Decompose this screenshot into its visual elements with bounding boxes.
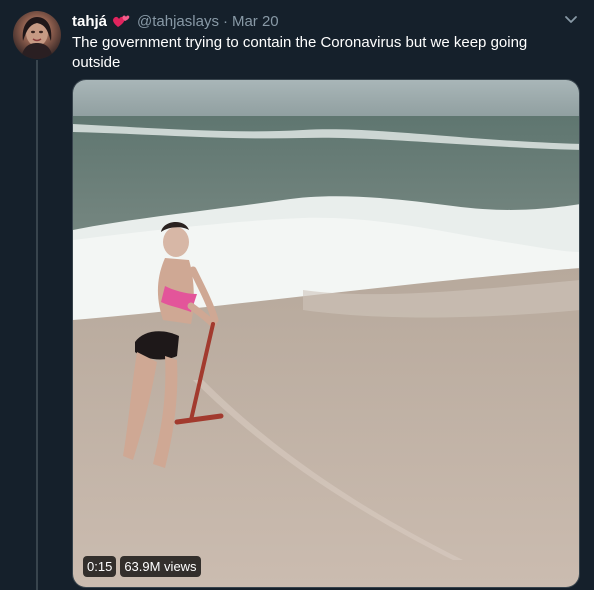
header-separator: · — [222, 12, 228, 30]
two-hearts-icon — [112, 12, 132, 30]
video-views: 63.9M views — [120, 556, 201, 577]
tweet-text: The government trying to contain the Cor… — [72, 34, 528, 71]
video-player[interactable]: 0:15 63.9M views — [72, 79, 580, 588]
tweet-card[interactable]: tahjá @tahjaslays · Mar 20 The governmen… — [0, 0, 594, 590]
tweet-header: tahjá @tahjaslays · Mar 20 — [72, 11, 279, 31]
thread-line — [36, 60, 38, 590]
video-duration: 0:15 — [83, 556, 117, 577]
avatar[interactable] — [13, 11, 61, 59]
user-handle[interactable]: @tahjaslays — [137, 13, 219, 30]
display-name[interactable]: tahjá — [72, 13, 107, 30]
tweet-date[interactable]: Mar 20 — [232, 13, 279, 30]
chevron-down-icon[interactable] — [562, 10, 580, 28]
video-badges: 0:15 63.9M views — [83, 556, 201, 577]
